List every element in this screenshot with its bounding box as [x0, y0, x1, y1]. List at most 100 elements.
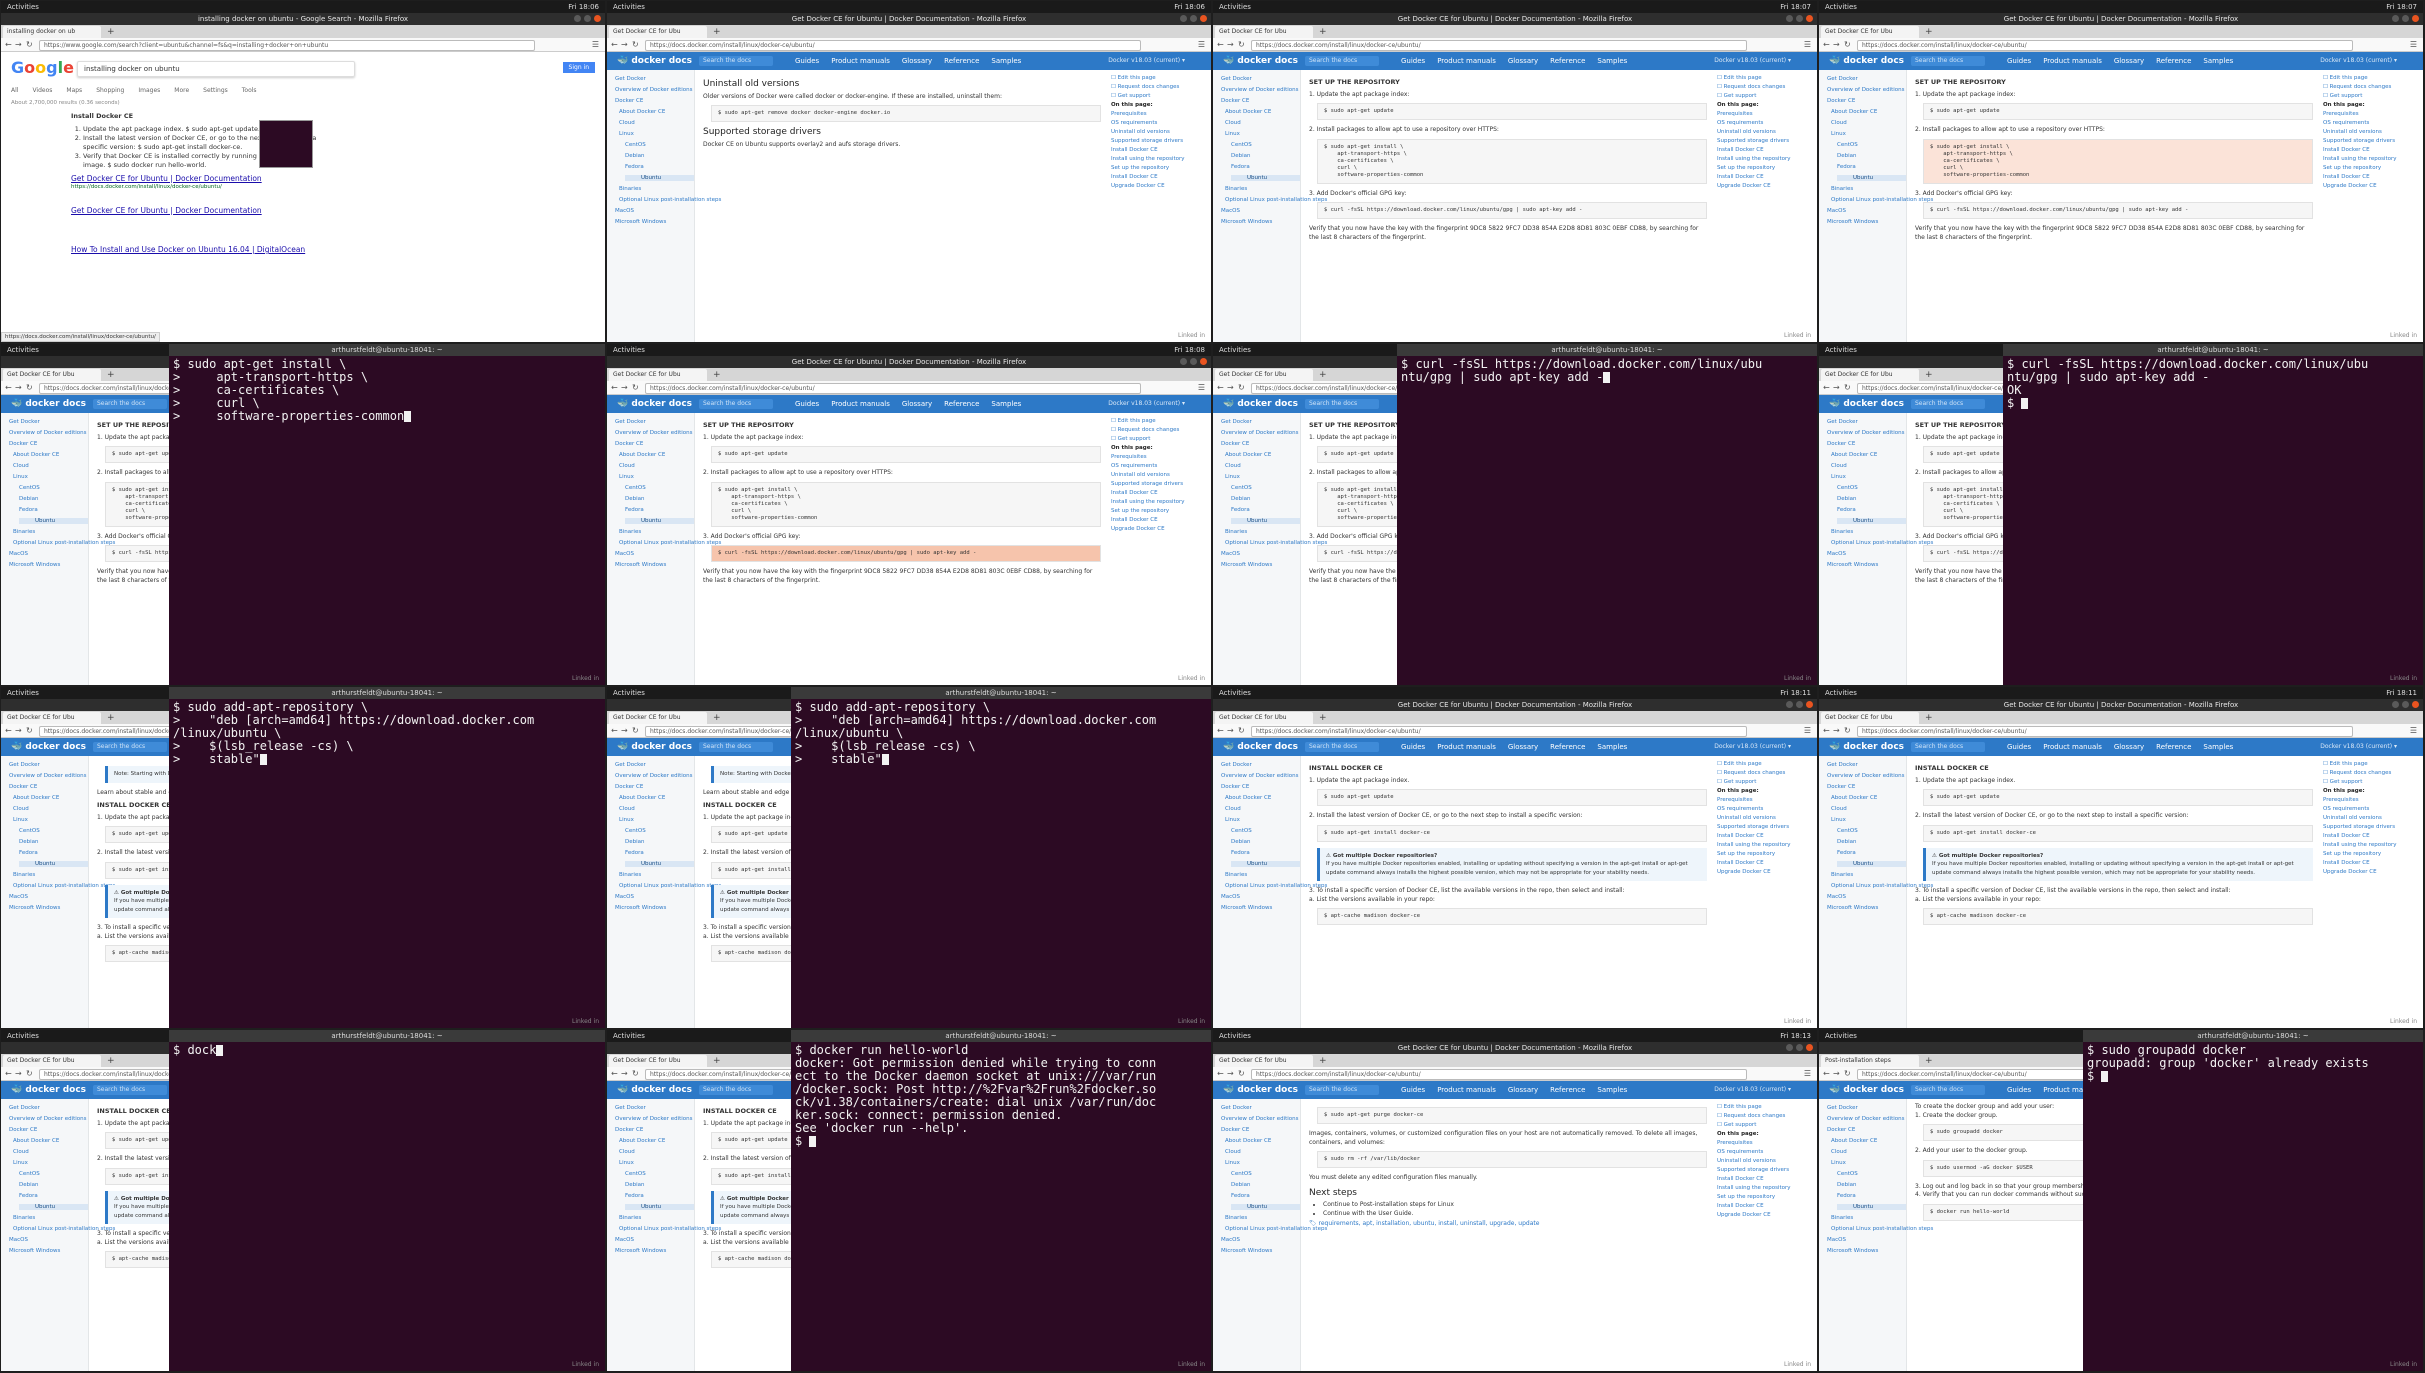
- toc-link[interactable]: Upgrade Docker CE: [1111, 525, 1211, 534]
- sidebar-item[interactable]: Linux: [1831, 131, 1906, 137]
- sidebar-item[interactable]: CentOS: [19, 1171, 88, 1177]
- version-select[interactable]: Docker v18.03 (current) ▾: [1108, 400, 1185, 407]
- sidebar-item[interactable]: Debian: [1837, 153, 1906, 159]
- toc-link[interactable]: Install using the repository: [2323, 155, 2423, 164]
- sidebar-item[interactable]: Ubuntu: [625, 1204, 694, 1210]
- sidebar-item[interactable]: Fedora: [625, 507, 694, 513]
- sidebar-item[interactable]: Docker CE: [615, 441, 694, 447]
- new-tab-icon[interactable]: +: [1925, 369, 1933, 381]
- sidebar-item[interactable]: Microsoft Windows: [1221, 219, 1300, 225]
- back-icon[interactable]: ←: [1217, 39, 1224, 50]
- sidebar-item[interactable]: Get Docker: [615, 76, 694, 82]
- sidebar-item[interactable]: Linux: [1225, 131, 1300, 137]
- menu-icon[interactable]: ☰: [592, 39, 599, 50]
- sidebar-item[interactable]: Ubuntu: [625, 861, 694, 867]
- right-link[interactable]: ☐ Edit this page: [2323, 74, 2423, 83]
- sidebar-item[interactable]: Cloud: [619, 806, 694, 812]
- sidebar-item[interactable]: MacOS: [9, 1237, 88, 1243]
- sidebar-item[interactable]: Ubuntu: [1231, 1204, 1300, 1210]
- docs-menu-samples[interactable]: Samples: [991, 57, 1021, 65]
- terminal-window[interactable]: arthurstfeldt@ubuntu-18041: ~ $ docker ru…: [791, 1030, 1211, 1371]
- docs-menu-product-manuals[interactable]: Product manuals: [1437, 743, 1496, 751]
- browser-tab[interactable]: Get Docker CE for Ubu: [609, 712, 707, 724]
- browser-tab[interactable]: Get Docker CE for Ubu: [1215, 26, 1313, 38]
- sidebar-item[interactable]: Docker CE: [615, 1127, 694, 1133]
- sidebar-item[interactable]: Linux: [1225, 1160, 1300, 1166]
- new-tab-icon[interactable]: +: [107, 1055, 115, 1067]
- sidebar-item[interactable]: Cloud: [1831, 1149, 1906, 1155]
- close-button[interactable]: [1200, 15, 1207, 22]
- forward-icon[interactable]: →: [15, 725, 22, 736]
- sidebar-item[interactable]: CentOS: [1837, 485, 1906, 491]
- back-icon[interactable]: ←: [611, 725, 618, 736]
- sidebar-item[interactable]: Binaries: [1831, 529, 1906, 535]
- sidebar-item[interactable]: Cloud: [1225, 120, 1300, 126]
- menu-icon[interactable]: ☰: [2410, 725, 2417, 736]
- sidebar-item[interactable]: Ubuntu: [1837, 175, 1906, 181]
- sidebar-item[interactable]: Overview of Docker editions: [1827, 1116, 1906, 1122]
- sidebar-item[interactable]: Cloud: [13, 463, 88, 469]
- docs-menu-reference[interactable]: Reference: [1550, 1086, 1585, 1094]
- sidebar-item[interactable]: Fedora: [1231, 164, 1300, 170]
- sidebar-item[interactable]: MacOS: [1827, 894, 1906, 900]
- back-icon[interactable]: ←: [1823, 1068, 1830, 1079]
- sidebar-item[interactable]: CentOS: [19, 485, 88, 491]
- docs-menu-reference[interactable]: Reference: [944, 400, 979, 408]
- maximize-button[interactable]: [2402, 701, 2409, 708]
- browser-tab[interactable]: Get Docker CE for Ubu: [1215, 1055, 1313, 1067]
- docs-search-input[interactable]: Search the docs: [1305, 742, 1379, 752]
- docker-logo[interactable]: 🐳 docker docs: [11, 398, 86, 410]
- new-tab-icon[interactable]: +: [107, 369, 115, 381]
- toc-link[interactable]: Set up the repository: [2323, 850, 2423, 859]
- toc-link[interactable]: OS requirements: [2323, 119, 2423, 128]
- sidebar-item[interactable]: Linux: [619, 474, 694, 480]
- docs-menu-reference[interactable]: Reference: [2156, 743, 2191, 751]
- close-button[interactable]: [1806, 15, 1813, 22]
- sidebar-item[interactable]: MacOS: [9, 894, 88, 900]
- sidebar-item[interactable]: Get Docker: [615, 419, 694, 425]
- forward-icon[interactable]: →: [621, 39, 628, 50]
- sidebar-item[interactable]: Debian: [1837, 1182, 1906, 1188]
- sidebar-item[interactable]: Optional Linux post-installation steps: [1831, 540, 1933, 546]
- back-icon[interactable]: ←: [5, 39, 12, 50]
- docs-search-input[interactable]: Search the docs: [1305, 399, 1379, 409]
- right-link[interactable]: ☐ Get support: [2323, 778, 2423, 787]
- sidebar-item[interactable]: Binaries: [1831, 1215, 1906, 1221]
- sidebar-item[interactable]: Overview of Docker editions: [1221, 87, 1300, 93]
- docs-menu-reference[interactable]: Reference: [1550, 57, 1585, 65]
- sidebar-item[interactable]: Ubuntu: [1837, 1204, 1906, 1210]
- right-link[interactable]: ☐ Request docs changes: [1111, 83, 1211, 92]
- sidebar-item[interactable]: Ubuntu: [19, 1204, 88, 1210]
- activities-button[interactable]: Activities: [7, 344, 39, 356]
- back-icon[interactable]: ←: [1823, 39, 1830, 50]
- browser-tab[interactable]: Get Docker CE for Ubu: [1821, 369, 1919, 381]
- forward-icon[interactable]: →: [1227, 382, 1234, 393]
- snippet-thumbnail[interactable]: [259, 120, 313, 168]
- docker-logo[interactable]: 🐳 docker docs: [1829, 1084, 1904, 1096]
- sidebar-item[interactable]: Fedora: [1231, 507, 1300, 513]
- browser-tab[interactable]: Get Docker CE for Ubu: [3, 1055, 101, 1067]
- sign-in-button[interactable]: Sign in: [562, 62, 595, 73]
- new-tab-icon[interactable]: +: [713, 1055, 721, 1067]
- docs-search-input[interactable]: Search the docs: [93, 1085, 167, 1095]
- toc-link[interactable]: Prerequisites: [1717, 110, 1817, 119]
- docker-logo[interactable]: 🐳 docker docs: [1223, 55, 1298, 67]
- docs-menu-samples[interactable]: Samples: [1597, 57, 1627, 65]
- docs-menu-glossary[interactable]: Glossary: [1508, 57, 1538, 65]
- menu-icon[interactable]: ☰: [1804, 1068, 1811, 1079]
- toc-link[interactable]: Prerequisites: [1111, 110, 1211, 119]
- sidebar-item[interactable]: MacOS: [615, 208, 694, 214]
- sidebar-item[interactable]: Get Docker: [615, 1105, 694, 1111]
- sidebar-item[interactable]: About Docker CE: [1831, 1138, 1906, 1144]
- docs-search-input[interactable]: Search the docs: [699, 56, 773, 66]
- sidebar-item[interactable]: Get Docker: [1221, 762, 1300, 768]
- sidebar-item[interactable]: Linux: [619, 817, 694, 823]
- sidebar-item[interactable]: Ubuntu: [19, 518, 88, 524]
- activities-button[interactable]: Activities: [1825, 1030, 1857, 1042]
- sidebar-item[interactable]: Docker CE: [9, 441, 88, 447]
- sidebar-item[interactable]: Binaries: [619, 186, 694, 192]
- sidebar-item[interactable]: Microsoft Windows: [615, 219, 694, 225]
- sidebar-item[interactable]: Debian: [1837, 496, 1906, 502]
- activities-button[interactable]: Activities: [1825, 1, 1857, 13]
- sidebar-item[interactable]: CentOS: [625, 142, 694, 148]
